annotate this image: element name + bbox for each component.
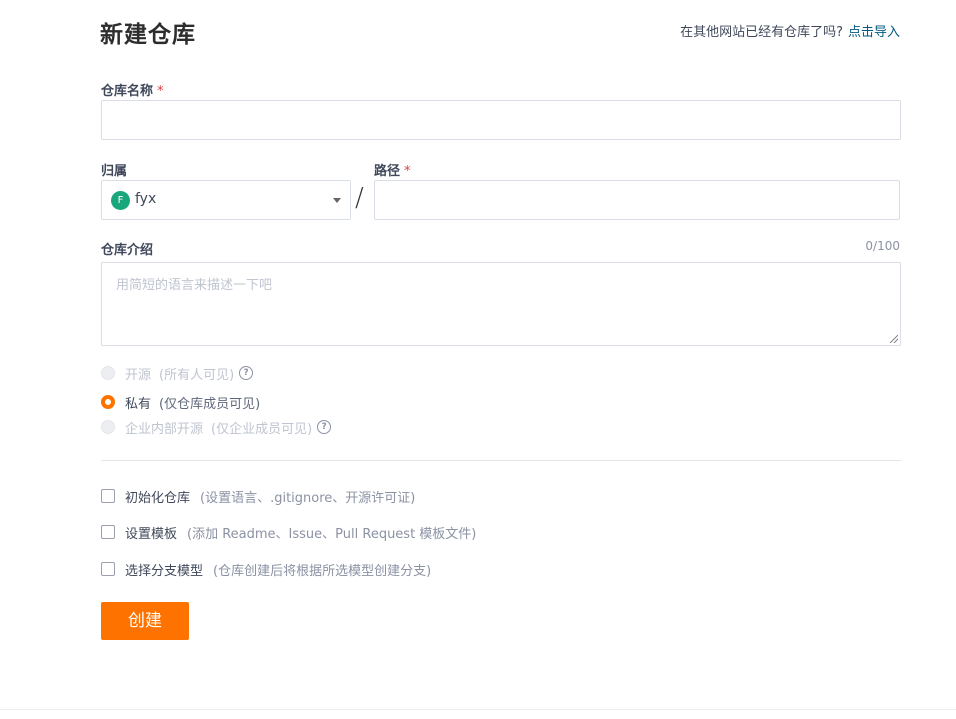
path-input[interactable]	[374, 180, 900, 220]
radio-label: 企业内部开源	[125, 421, 204, 437]
page-title: 新建仓库	[100, 22, 196, 48]
option-init-repo[interactable]: 初始化仓库 (设置语言、.gitignore、开源许可证)	[101, 487, 416, 506]
checkbox-label: 初始化仓库	[125, 490, 191, 506]
option-branch-model[interactable]: 选择分支模型 (仓库创建后将根据所选模型创建分支)	[101, 560, 432, 579]
checkbox-hint: (仓库创建后将根据所选模型创建分支)	[213, 563, 432, 579]
radio-label: 开源	[125, 367, 152, 383]
repo-name-input[interactable]	[101, 100, 901, 140]
checkbox[interactable]	[101, 525, 115, 539]
resize-handle-icon[interactable]	[890, 335, 898, 343]
radio-hint: (仅企业成员可见)	[211, 421, 313, 437]
checkbox-hint: (设置语言、.gitignore、开源许可证)	[200, 490, 416, 506]
description-placeholder: 用简短的语言来描述一下吧	[116, 278, 273, 293]
owner-selected-value: fyx	[135, 191, 157, 207]
owner-label: 归属	[101, 164, 128, 179]
question-circle-icon[interactable]: ?	[317, 420, 332, 434]
radio-button[interactable]	[101, 366, 115, 380]
checkbox[interactable]	[101, 562, 115, 576]
owner-select[interactable]: F fyx	[101, 180, 351, 220]
checkbox-label: 设置模板	[125, 526, 178, 542]
repo-name-label: 仓库名称 *	[101, 80, 164, 99]
new-repo-page: 新建仓库 在其他网站已经有仓库了吗? 点击导入 仓库名称 * 归属 F fyx / …	[0, 0, 956, 719]
description-textarea[interactable]: 用简短的语言来描述一下吧	[101, 262, 901, 346]
import-link[interactable]: 点击导入	[848, 25, 900, 40]
create-button[interactable]: 创建	[101, 602, 189, 640]
required-mark: *	[404, 164, 411, 179]
option-set-template[interactable]: 设置模板 (添加 Readme、Issue、Pull Request 模板文件)	[101, 523, 477, 542]
chevron-down-icon	[333, 198, 341, 203]
description-label: 仓库介绍	[101, 243, 154, 258]
description-counter: 0/100	[865, 239, 900, 253]
checkbox[interactable]	[101, 489, 115, 503]
question-circle-icon[interactable]: ?	[239, 366, 254, 380]
path-separator: /	[355, 183, 364, 213]
path-label: 路径 *	[374, 160, 411, 179]
radio-button[interactable]	[101, 395, 115, 409]
repo-name-label-text: 仓库名称	[101, 84, 154, 99]
visibility-option-private[interactable]: 私有 (仅仓库成员可见)	[101, 393, 261, 412]
required-mark: *	[157, 84, 164, 99]
checkbox-label: 选择分支模型	[125, 563, 204, 579]
radio-hint: (仅仓库成员可见)	[159, 396, 261, 412]
visibility-option-enterprise[interactable]: 企业内部开源 (仅企业成员可见) ?	[101, 418, 332, 437]
radio-hint: (所有人可见)	[159, 367, 235, 383]
path-label-text: 路径	[374, 164, 401, 179]
avatar: F	[111, 191, 130, 210]
radio-label: 私有	[125, 396, 152, 412]
import-prompt: 在其他网站已经有仓库了吗? 点击导入	[680, 21, 900, 40]
visibility-option-open-source[interactable]: 开源 (所有人可见) ?	[101, 364, 254, 383]
radio-button[interactable]	[101, 420, 115, 434]
checkbox-hint: (添加 Readme、Issue、Pull Request 模板文件)	[187, 526, 477, 542]
divider	[101, 460, 901, 461]
import-question: 在其他网站已经有仓库了吗?	[680, 25, 843, 40]
footer-divider	[0, 709, 956, 710]
